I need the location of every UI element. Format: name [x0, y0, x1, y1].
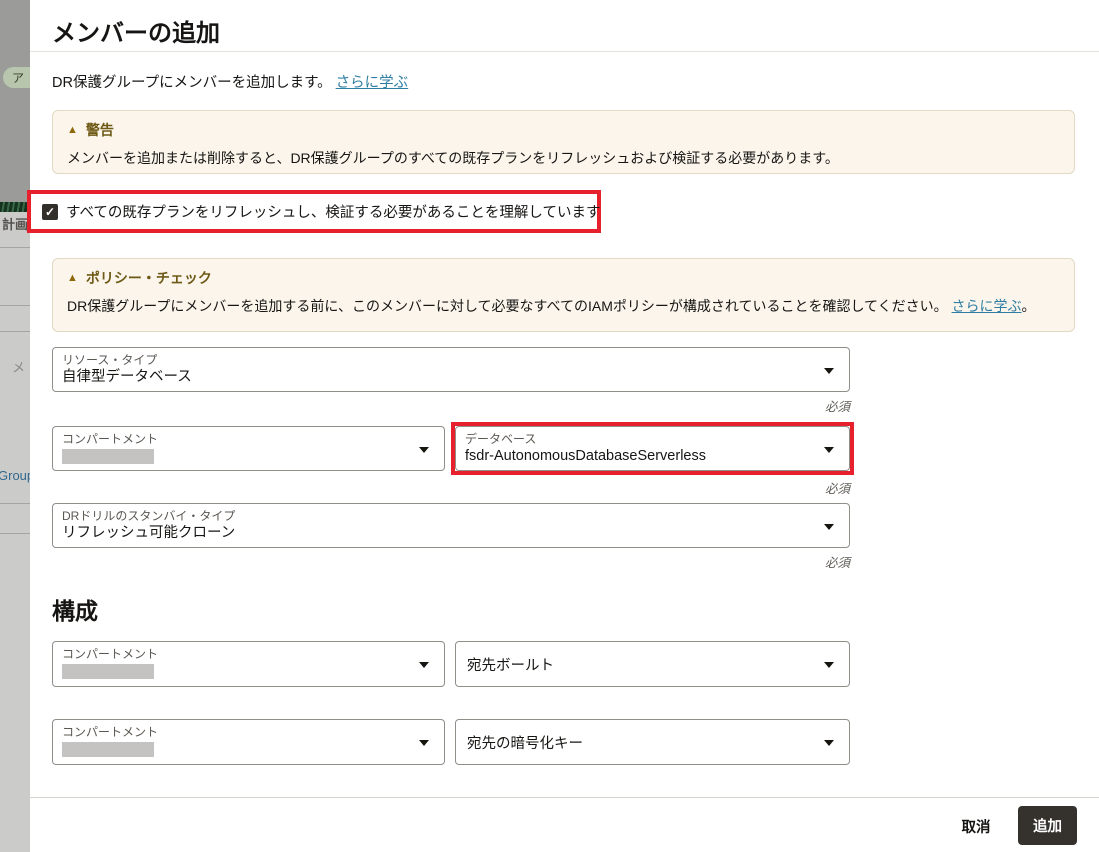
- policy-learn-more-link[interactable]: さらに学ぶ: [952, 298, 1022, 314]
- chevron-down-icon: [419, 447, 429, 453]
- member-compartment-select[interactable]: コンパートメント: [52, 426, 445, 471]
- key-compartment-select[interactable]: コンパートメント: [52, 719, 445, 765]
- resource-type-select[interactable]: リソース・タイプ 自律型データベース: [52, 347, 850, 392]
- required-hint: 必須: [52, 396, 850, 415]
- background-label-partial: メ: [12, 357, 25, 376]
- warning-title: 警告: [86, 120, 114, 140]
- compartment-label: コンパートメント: [62, 647, 408, 662]
- destination-key-label: 宛先の暗号化キー: [467, 732, 583, 753]
- policy-check-title: ポリシー・チェック: [86, 268, 212, 288]
- destination-vault-select[interactable]: 宛先ボールト: [455, 641, 850, 687]
- compartment-label: コンパートメント: [62, 725, 408, 740]
- compartment-label: コンパートメント: [62, 432, 408, 447]
- background-green-band: [0, 202, 30, 212]
- divider: [0, 533, 30, 534]
- warning-header: ▲ 警告: [67, 120, 1060, 140]
- acknowledgement-label: すべての既存プランをリフレッシュし、検証する必要があることを理解しています: [66, 201, 600, 222]
- add-button[interactable]: 追加: [1018, 806, 1077, 845]
- policy-check-suffix: 。: [1022, 298, 1036, 314]
- warning-body: メンバーを追加または削除すると、DR保護グループのすべての既存プランをリフレッシ…: [67, 148, 1060, 168]
- warning-triangle-icon: ▲: [67, 273, 78, 284]
- redacted-value: [62, 664, 154, 679]
- resource-type-value: 自律型データベース: [62, 368, 813, 388]
- redacted-value: [62, 742, 154, 757]
- database-value: fsdr-AutonomousDatabaseServerless: [465, 447, 813, 467]
- database-select[interactable]: データベース fsdr-AutonomousDatabaseServerless: [455, 426, 850, 471]
- chevron-down-icon: [824, 447, 834, 453]
- chevron-down-icon: [824, 368, 834, 374]
- checkmark-icon: ✓: [45, 206, 55, 218]
- configuration-heading: 構成: [52, 592, 98, 626]
- divider: [0, 331, 30, 332]
- policy-check-body: DR保護グループにメンバーを追加する前に、このメンバーに対して必要なすべてのIA…: [67, 296, 1060, 316]
- warning-triangle-icon: ▲: [67, 125, 78, 136]
- background-page-body: [0, 212, 30, 852]
- cancel-button[interactable]: 取消: [942, 810, 1010, 842]
- header-divider: [30, 51, 1099, 52]
- background-tab-plans[interactable]: 計画: [2, 214, 28, 233]
- status-badge: ア: [3, 67, 30, 88]
- required-hint: 必須: [455, 478, 850, 497]
- chevron-down-icon: [824, 740, 834, 746]
- footer-divider: [30, 797, 1099, 798]
- chevron-down-icon: [824, 662, 834, 668]
- resource-type-label: リソース・タイプ: [62, 353, 813, 368]
- policy-check-text: DR保護グループにメンバーを追加する前に、このメンバーに対して必要なすべてのIA…: [67, 298, 948, 314]
- chevron-down-icon: [824, 524, 834, 530]
- required-hint: 必須: [52, 552, 850, 571]
- policy-check-header: ▲ ポリシー・チェック: [67, 268, 1060, 288]
- divider: [0, 503, 30, 504]
- acknowledgement-checkbox[interactable]: ✓: [42, 204, 58, 220]
- status-badge-label: ア: [12, 69, 24, 86]
- dialog-title: メンバーの追加: [52, 13, 220, 48]
- acknowledgement-row[interactable]: ✓ すべての既存プランをリフレッシュし、検証する必要があることを理解しています: [31, 194, 597, 229]
- checkbox-highlight-annotation: ✓ すべての既存プランをリフレッシュし、検証する必要があることを理解しています: [27, 190, 601, 233]
- dialog-description: DR保護グループにメンバーを追加します。 さらに学ぶ: [52, 71, 408, 92]
- destination-vault-label: 宛先ボールト: [467, 654, 554, 675]
- chevron-down-icon: [419, 662, 429, 668]
- standby-type-label: DRドリルのスタンバイ・タイプ: [62, 509, 813, 524]
- vault-compartment-select[interactable]: コンパートメント: [52, 641, 445, 687]
- policy-check-alert: ▲ ポリシー・チェック DR保護グループにメンバーを追加する前に、このメンバーに…: [52, 258, 1075, 332]
- divider: [0, 247, 30, 248]
- divider: [0, 305, 30, 306]
- screen: ア 計画 メ Group メンバーの追加 DR保護グループにメンバーを追加します…: [0, 0, 1099, 852]
- warning-alert: ▲ 警告 メンバーを追加または削除すると、DR保護グループのすべての既存プランを…: [52, 110, 1075, 174]
- standby-type-value: リフレッシュ可能クローン: [62, 524, 813, 544]
- learn-more-link[interactable]: さらに学ぶ: [336, 75, 409, 91]
- chevron-down-icon: [419, 740, 429, 746]
- background-page-top: [0, 0, 30, 202]
- database-label: データベース: [465, 432, 813, 447]
- redacted-value: [62, 449, 154, 464]
- dr-drill-standby-type-select[interactable]: DRドリルのスタンバイ・タイプ リフレッシュ可能クローン: [52, 503, 850, 548]
- description-text: DR保護グループにメンバーを追加します。: [52, 75, 332, 91]
- destination-encryption-key-select[interactable]: 宛先の暗号化キー: [455, 719, 850, 765]
